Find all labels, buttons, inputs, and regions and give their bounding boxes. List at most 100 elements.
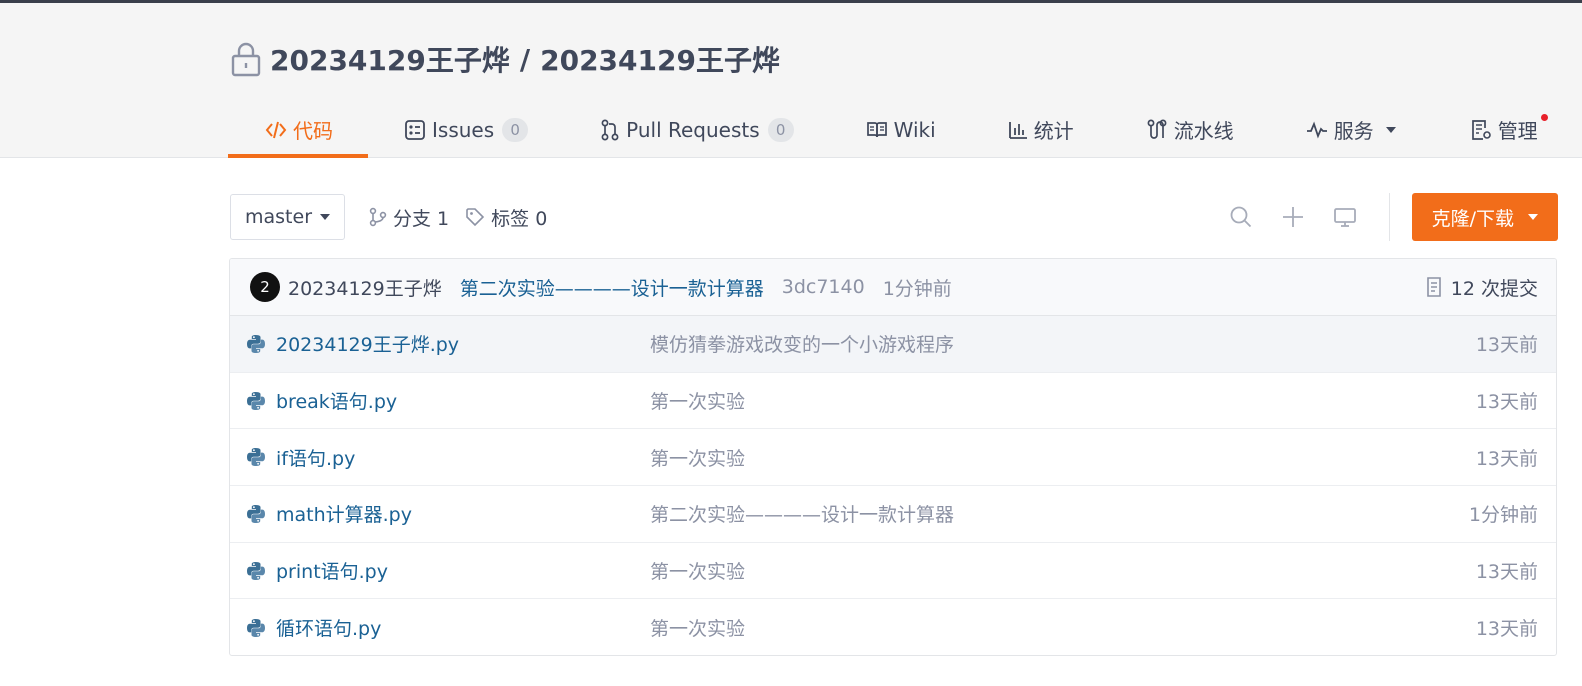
- stats-icon: [1008, 121, 1027, 139]
- tab-issues-label: Issues: [432, 117, 495, 142]
- repo-header: 20234129王子烨 / 20234129王子烨 代码 Issues 0 Pu…: [0, 3, 1582, 158]
- file-commit-message[interactable]: 模仿猜拳游戏改变的一个小游戏程序: [650, 330, 954, 357]
- tags-label: 标签 0: [491, 207, 548, 230]
- branch-select[interactable]: master: [230, 194, 346, 240]
- latest-commit-bar: 2 20234129王子烨 第二次实验————设计一款计算器 3dc7140 1…: [230, 259, 1556, 316]
- file-commit-message[interactable]: 第二次实验————设计一款计算器: [650, 500, 954, 527]
- file-name-link[interactable]: 20234129王子烨.py: [276, 330, 459, 357]
- python-file-icon: [247, 504, 265, 523]
- file-rows: 20234129王子烨.py 模仿猜拳游戏改变的一个小游戏程序 13天前 bre…: [230, 316, 1556, 655]
- file-commit-message[interactable]: 第一次实验: [650, 444, 745, 471]
- pull-requests-count-badge: 0: [767, 117, 794, 142]
- file-commit-time: 13天前: [1475, 561, 1538, 584]
- repo-title: 20234129王子烨 / 20234129王子烨: [230, 39, 780, 79]
- file-name-cell: 循环语句.py: [246, 614, 650, 641]
- file-name-link[interactable]: if语句.py: [276, 444, 355, 471]
- pipeline-icon: [1147, 119, 1167, 139]
- web-ide-button[interactable]: [1319, 197, 1371, 237]
- file-name-cell: print语句.py: [246, 557, 650, 584]
- manage-icon: [1471, 119, 1491, 140]
- code-icon: [265, 121, 287, 138]
- repo-separator: /: [519, 42, 531, 76]
- tab-services[interactable]: 服务: [1306, 101, 1396, 158]
- plus-icon: [1282, 207, 1303, 227]
- tab-manage[interactable]: 管理: [1470, 101, 1548, 158]
- file-commit-time: 13天前: [1475, 447, 1538, 470]
- chevron-down-icon: [320, 214, 331, 220]
- file-commit-message[interactable]: 第一次实验: [650, 387, 745, 414]
- notification-dot: [1540, 114, 1548, 121]
- clone-download-button[interactable]: 克隆/下载: [1411, 193, 1558, 241]
- pull-request-icon: [601, 119, 619, 140]
- tab-manage-label: 管理: [1497, 119, 1538, 143]
- commits-icon: [1426, 277, 1441, 297]
- file-name-link[interactable]: 循环语句.py: [276, 614, 381, 641]
- commit-sha[interactable]: 3dc7140: [782, 276, 865, 298]
- file-name-cell: 20234129王子烨.py: [246, 330, 650, 357]
- tab-issues[interactable]: Issues 0: [404, 101, 529, 158]
- repo-name-link[interactable]: 20234129王子烨: [540, 39, 780, 79]
- commit-time: 1分钟前: [882, 277, 952, 300]
- lock-icon: [231, 42, 261, 77]
- file-list: 2 20234129王子烨 第二次实验————设计一款计算器 3dc7140 1…: [229, 258, 1557, 656]
- clone-download-label: 克隆/下载: [1431, 207, 1514, 230]
- tags-link[interactable]: 标签 0: [465, 204, 547, 231]
- file-name-cell: math计算器.py: [246, 500, 650, 527]
- tab-code-label: 代码: [293, 119, 333, 143]
- commit-count-label: 12 次提交: [1450, 277, 1538, 300]
- tag-icon: [466, 208, 485, 227]
- tab-pull-requests[interactable]: Pull Requests 0: [600, 101, 794, 158]
- python-file-icon: [247, 618, 265, 637]
- file-row[interactable]: 20234129王子烨.py 模仿猜拳游戏改变的一个小游戏程序 13天前: [230, 316, 1556, 373]
- pulse-icon: [1306, 120, 1327, 139]
- tab-wiki[interactable]: Wiki: [866, 101, 936, 158]
- issues-icon: [405, 119, 425, 140]
- branch-select-label: master: [245, 206, 313, 228]
- file-row[interactable]: 循环语句.py 第一次实验 13天前: [230, 599, 1556, 655]
- file-row[interactable]: break语句.py 第一次实验 13天前: [230, 373, 1556, 430]
- file-row[interactable]: print语句.py 第一次实验 13天前: [230, 543, 1556, 600]
- file-commit-time: 1分钟前: [1468, 504, 1538, 527]
- monitor-icon: [1333, 208, 1356, 227]
- python-file-icon: [247, 391, 265, 410]
- toolbar-divider: [1388, 193, 1390, 241]
- file-commit-time: 13天前: [1475, 618, 1538, 641]
- python-file-icon: [247, 448, 265, 467]
- file-commit-time: 13天前: [1475, 391, 1538, 414]
- issues-count-badge: 0: [502, 117, 529, 142]
- search-button[interactable]: [1215, 197, 1267, 237]
- tab-services-label: 服务: [1333, 119, 1374, 143]
- tab-wiki-label: Wiki: [893, 117, 936, 142]
- branches-label: 分支 1: [393, 207, 450, 230]
- services-dropdown-caret: [1385, 126, 1396, 133]
- commit-count-link[interactable]: 12 次提交: [1425, 274, 1538, 301]
- repo-tabs: 代码 Issues 0 Pull Requests 0 Wiki 统计 流水线 …: [228, 101, 1548, 158]
- python-file-icon: [247, 561, 265, 580]
- file-row[interactable]: if语句.py 第一次实验 13天前: [230, 429, 1556, 487]
- toolbar-actions: 克隆/下载: [1215, 193, 1558, 241]
- file-name-cell: break语句.py: [246, 387, 650, 414]
- add-file-button[interactable]: [1267, 197, 1319, 237]
- tab-pipeline[interactable]: 流水线: [1146, 101, 1234, 158]
- tab-code[interactable]: 代码: [228, 101, 368, 158]
- book-icon: [866, 121, 887, 137]
- file-row[interactable]: math计算器.py 第二次实验————设计一款计算器 1分钟前: [230, 486, 1556, 543]
- commit-author[interactable]: 20234129王子烨: [288, 274, 442, 301]
- file-commit-message[interactable]: 第一次实验: [650, 614, 745, 641]
- file-commit-message[interactable]: 第一次实验: [650, 557, 745, 584]
- repo-toolbar: master 分支 1 标签 0 克隆/下载: [230, 193, 1558, 241]
- tab-stats[interactable]: 统计: [1008, 101, 1074, 158]
- file-name-link[interactable]: math计算器.py: [276, 500, 412, 527]
- file-name-cell: if语句.py: [246, 444, 650, 471]
- file-name-link[interactable]: break语句.py: [276, 387, 397, 414]
- avatar[interactable]: 2: [250, 272, 280, 302]
- file-name-link[interactable]: print语句.py: [276, 557, 388, 584]
- python-file-icon: [247, 334, 265, 353]
- branch-icon: [369, 207, 387, 227]
- repo-owner-link[interactable]: 20234129王子烨: [270, 39, 510, 79]
- chevron-down-icon: [1528, 214, 1538, 220]
- commit-message-link[interactable]: 第二次实验————设计一款计算器: [460, 274, 764, 301]
- tab-pipeline-label: 流水线: [1173, 119, 1234, 143]
- file-commit-time: 13天前: [1475, 334, 1538, 357]
- branches-link[interactable]: 分支 1: [369, 204, 449, 231]
